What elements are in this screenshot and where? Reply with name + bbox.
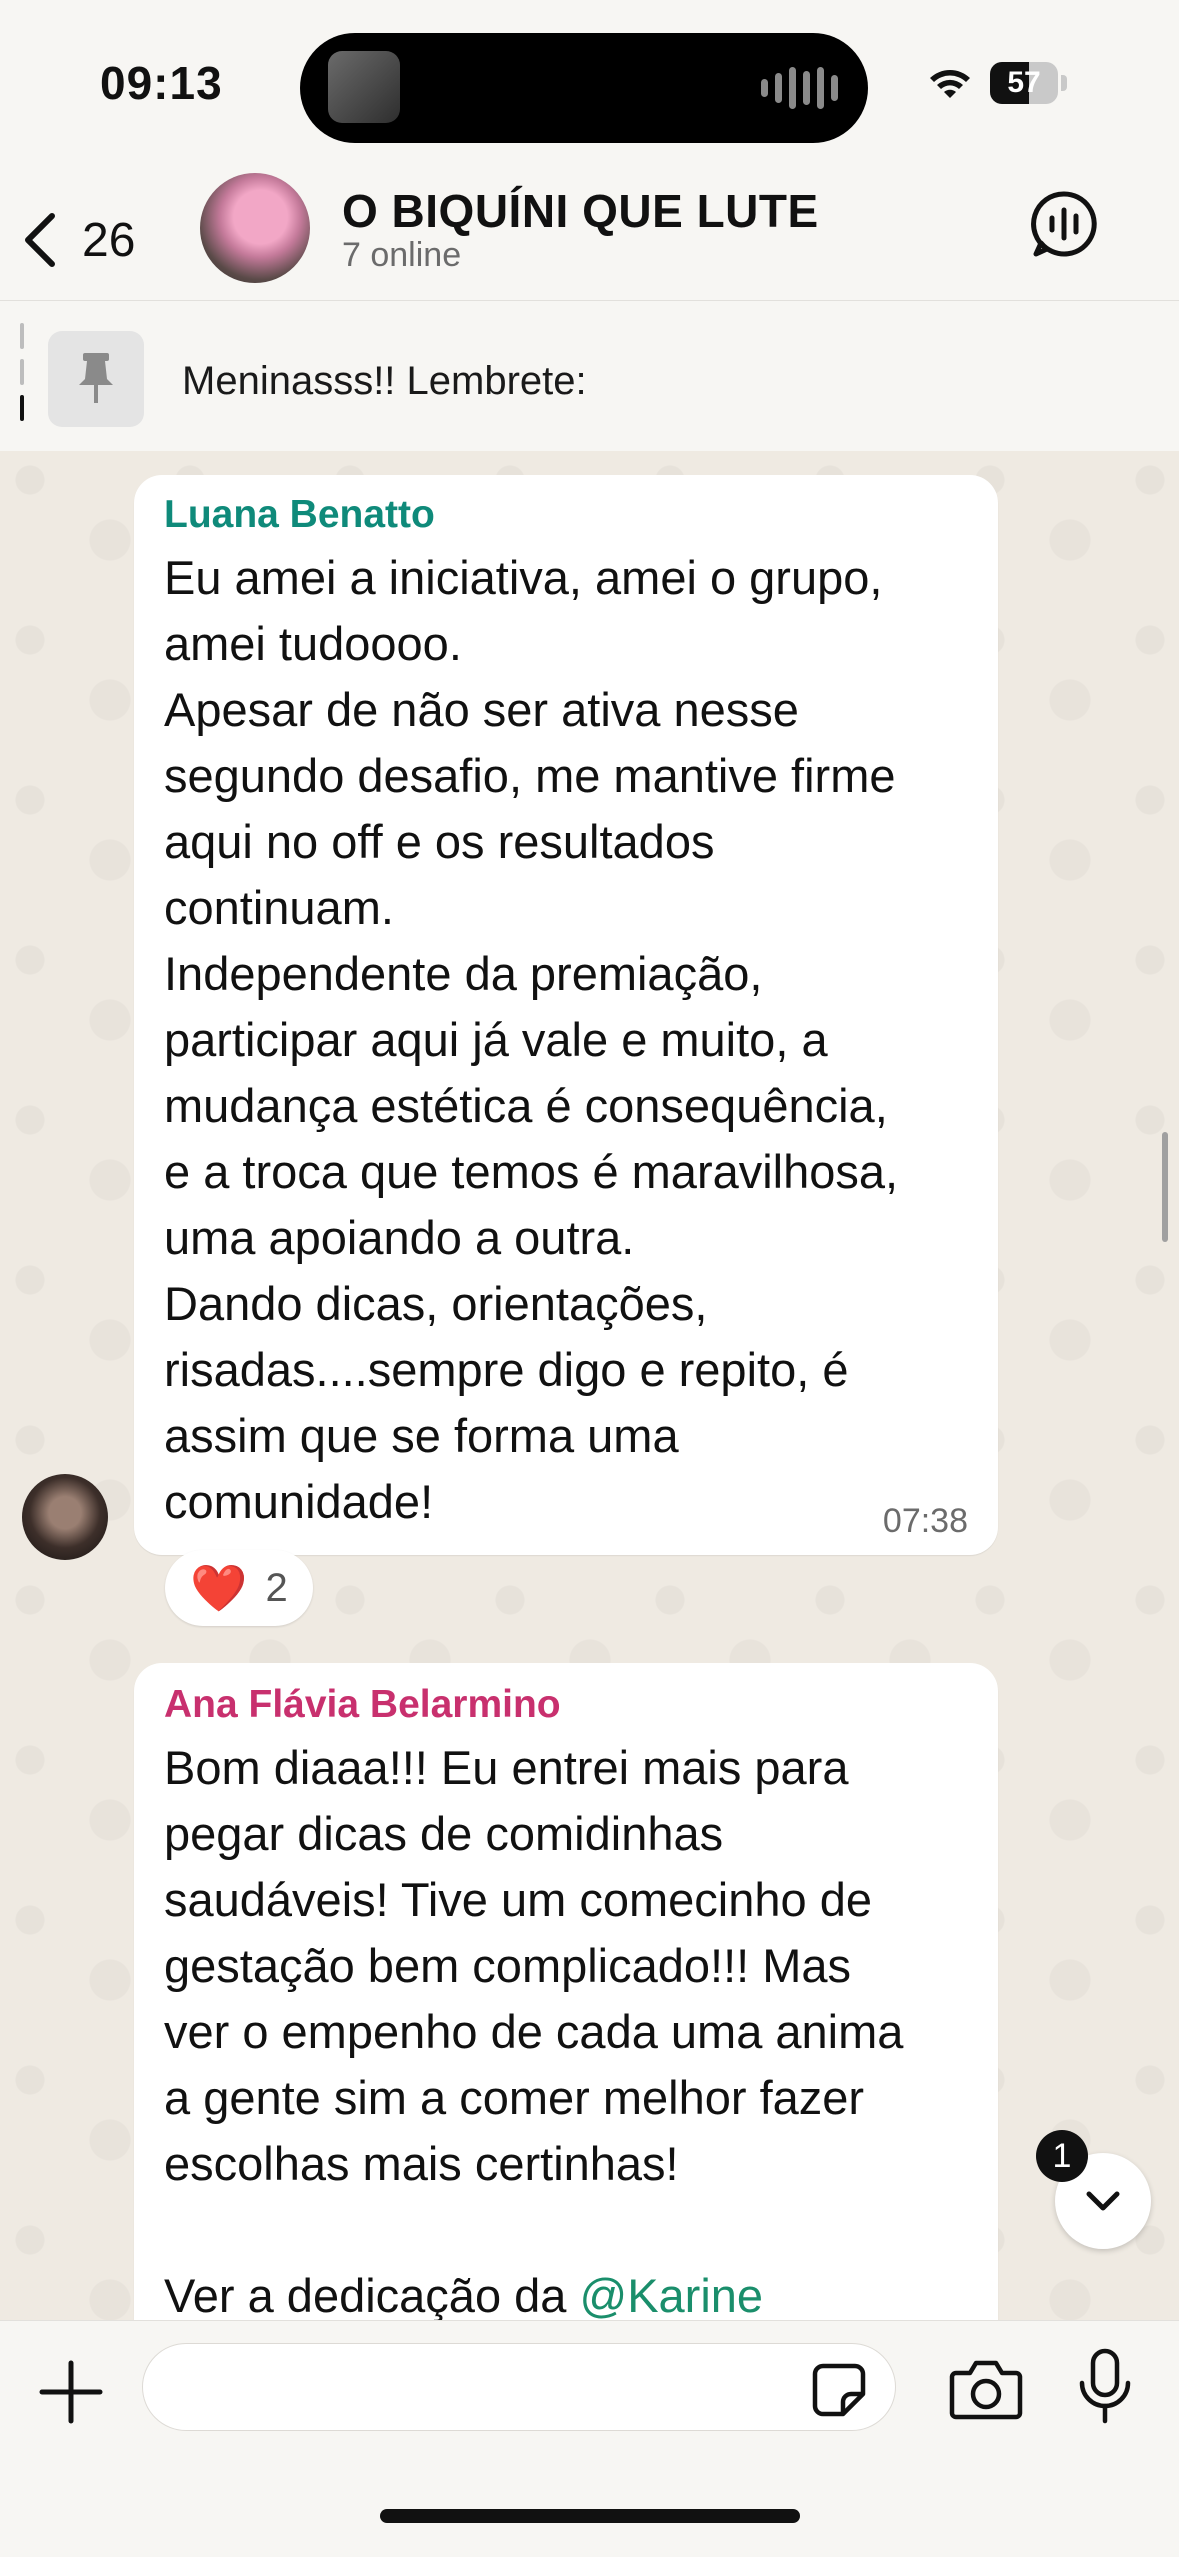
message-sender[interactable]: Luana Benatto: [164, 493, 968, 537]
back-button[interactable]: 26: [20, 190, 170, 290]
microphone-icon[interactable]: [1072, 2347, 1138, 2427]
camera-icon[interactable]: [948, 2351, 1024, 2427]
scrollbar[interactable]: [1162, 1132, 1168, 1242]
pinned-message-bar[interactable]: Meninasss!! Lembrete:: [0, 300, 1179, 451]
reaction-count: 2: [265, 1565, 288, 1610]
now-playing-artwork: [328, 51, 400, 123]
message-text: Bom diaaa!!! Eu entrei mais para pegar d…: [164, 1735, 968, 2329]
message-time: 07:38: [882, 1502, 968, 1540]
plus-icon[interactable]: [36, 2357, 106, 2427]
chat-header: 26 O BIQUÍNI QUE LUTE 7 online Meninasss…: [0, 170, 1179, 451]
battery-indicator: 57: [990, 62, 1070, 104]
status-time: 09:13: [100, 57, 223, 109]
message-input[interactable]: [173, 2356, 817, 2418]
message-sender[interactable]: Ana Flávia Belarmino: [164, 1683, 968, 1727]
unread-badge: 1: [1036, 2130, 1088, 2182]
home-indicator[interactable]: [380, 2509, 800, 2523]
heart-reaction-icon: ❤️: [190, 1561, 248, 1614]
battery-percentage: 57: [1007, 66, 1041, 99]
message-bubble[interactable]: Ana Flávia Belarmino Bom diaaa!!! Eu ent…: [134, 1663, 998, 2363]
sticker-icon[interactable]: [811, 2362, 867, 2418]
dynamic-island[interactable]: [300, 33, 868, 143]
chevron-down-icon: [1086, 2191, 1120, 2211]
wifi-icon: [930, 70, 970, 98]
message-reaction[interactable]: ❤️ 2: [165, 1550, 313, 1626]
group-title[interactable]: O BIQUÍNI QUE LUTE: [342, 184, 819, 238]
group-avatar[interactable]: [200, 173, 310, 283]
pinned-message-text: Meninasss!! Lembrete:: [182, 359, 587, 403]
message-bubble[interactable]: Luana Benatto Eu amei a iniciativa, amei…: [134, 475, 998, 1555]
mention-link[interactable]: @Karine: [579, 2269, 763, 2322]
status-bar: 09:13 57: [0, 0, 1179, 170]
group-call-icon[interactable]: [1028, 188, 1100, 260]
sender-avatar[interactable]: [22, 1474, 108, 1560]
pin-icon: [79, 353, 113, 403]
pinned-index-indicator: [20, 323, 26, 433]
audio-waveform-icon: [761, 67, 838, 109]
chevron-left-icon: [25, 213, 55, 267]
message-text: Eu amei a iniciativa, amei o grupo, amei…: [164, 551, 899, 1528]
unread-chats-count: 26: [82, 213, 136, 267]
online-status: 7 online: [342, 236, 462, 274]
pin-icon-box: [48, 331, 144, 427]
message-text-content: Bom diaaa!!! Eu entrei mais para pegar d…: [164, 1741, 904, 2322]
message-input-container[interactable]: [142, 2343, 896, 2431]
